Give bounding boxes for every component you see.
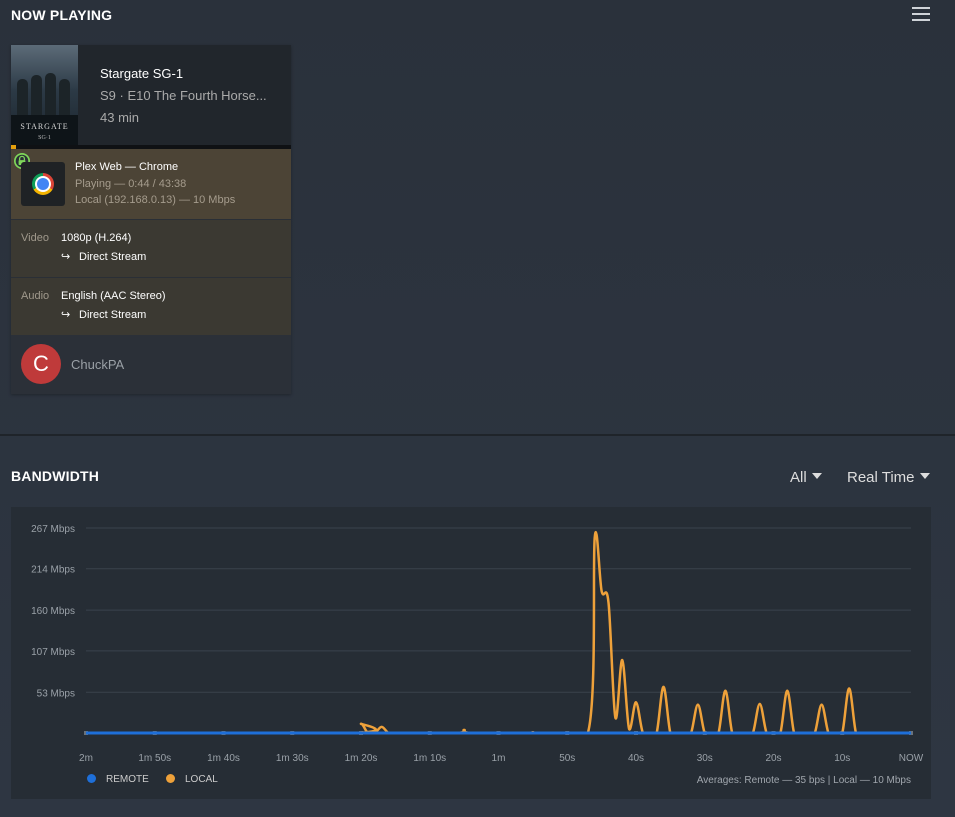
y-tick-label: 214 Mbps <box>31 565 75 576</box>
chrome-icon <box>32 173 54 195</box>
browser-icon-box <box>21 162 65 206</box>
media-header[interactable]: STARGATE SG·1 Stargate SG-1 S9 · E10 The… <box>11 45 291 145</box>
x-tick-label: 1m 10s <box>413 753 446 764</box>
legend-local-label: LOCAL <box>185 774 218 785</box>
player-state: Playing — 0:44 / 43:38 <box>75 178 187 190</box>
section-divider <box>0 434 955 436</box>
player-location: Local (192.168.0.13) — 10 Mbps <box>75 194 236 206</box>
x-tick-label: 1m 50s <box>138 753 171 764</box>
filter-all-dropdown[interactable]: All <box>790 469 822 486</box>
player-product: Plex Web — Chrome <box>75 161 179 173</box>
video-row: Video 1080p (H.264) ↪ Direct Stream <box>11 220 291 277</box>
video-label: Video <box>21 232 49 244</box>
x-tick-label: 1m 20s <box>345 753 378 764</box>
legend-remote[interactable]: REMOTE <box>87 774 149 785</box>
duration: 43 min <box>100 110 140 125</box>
x-tick-label: 40s <box>628 753 644 764</box>
x-tick-label: 2m <box>79 753 93 764</box>
avatar[interactable]: C <box>21 344 61 384</box>
local-series-line <box>86 531 911 735</box>
bandwidth-chart: 53 Mbps 107 Mbps 160 Mbps 214 Mbps 267 Mbps 2… <box>31 524 924 764</box>
time-range-label: Real Time <box>847 469 915 486</box>
filter-all-label: All <box>790 469 807 486</box>
legend-remote-label: REMOTE <box>106 774 149 785</box>
video-arrow-icon: ↪ <box>61 251 71 263</box>
x-tick-label: 1m <box>492 753 506 764</box>
y-tick-label: 267 Mbps <box>31 524 75 535</box>
audio-value: English (AAC Stereo) <box>61 290 166 302</box>
show-title[interactable]: Stargate SG-1 <box>100 66 183 81</box>
x-tick-label: NOW <box>899 753 924 764</box>
poster-sub-text: SG·1 <box>38 135 51 141</box>
poster-title-text: STARGATE <box>20 122 69 131</box>
player-info-row: Plex Web — Chrome Playing — 0:44 / 43:38… <box>11 149 291 219</box>
x-tick-label: 1m 40s <box>207 753 240 764</box>
x-tick-label: 1m 30s <box>276 753 309 764</box>
username[interactable]: ChuckPA <box>71 357 124 372</box>
x-tick-label: 10s <box>834 753 850 764</box>
x-tick-label: 20s <box>765 753 781 764</box>
legend-local[interactable]: LOCAL <box>166 774 218 785</box>
episode-title[interactable]: S9 · E10 The Fourth Horse... <box>100 88 280 103</box>
chevron-down-icon <box>811 473 822 479</box>
audio-row: Audio English (AAC Stereo) ↪ Direct Stre… <box>11 278 291 335</box>
audio-arrow-icon: ↪ <box>61 309 71 321</box>
bandwidth-title: BANDWIDTH <box>11 468 100 484</box>
chevron-down-icon <box>919 473 930 479</box>
averages-text: Averages: Remote — 35 bps | Local — 10 M… <box>696 775 911 786</box>
video-stream: Direct Stream <box>79 251 147 263</box>
x-tick-label: 50s <box>559 753 575 764</box>
legend-remote-dot <box>87 774 96 783</box>
list-menu-icon[interactable] <box>912 5 930 25</box>
now-playing-card[interactable]: STARGATE SG·1 Stargate SG-1 S9 · E10 The… <box>11 45 291 394</box>
time-range-dropdown[interactable]: Real Time <box>847 469 930 486</box>
x-tick-label: 30s <box>697 753 713 764</box>
legend-local-dot <box>166 774 175 783</box>
y-tick-label: 160 Mbps <box>31 606 75 617</box>
user-row[interactable]: C ChuckPA <box>11 335 291 394</box>
audio-stream: Direct Stream <box>79 309 147 321</box>
bandwidth-chart-panel: 53 Mbps 107 Mbps 160 Mbps 214 Mbps 267 Mbps 2… <box>11 507 931 799</box>
y-tick-label: 107 Mbps <box>31 647 75 658</box>
audio-label: Audio <box>21 290 50 302</box>
now-playing-title: NOW PLAYING <box>11 7 113 23</box>
video-value: 1080p (H.264) <box>61 232 132 244</box>
y-tick-label: 53 Mbps <box>37 688 75 699</box>
poster-image[interactable]: STARGATE SG·1 <box>11 45 78 145</box>
